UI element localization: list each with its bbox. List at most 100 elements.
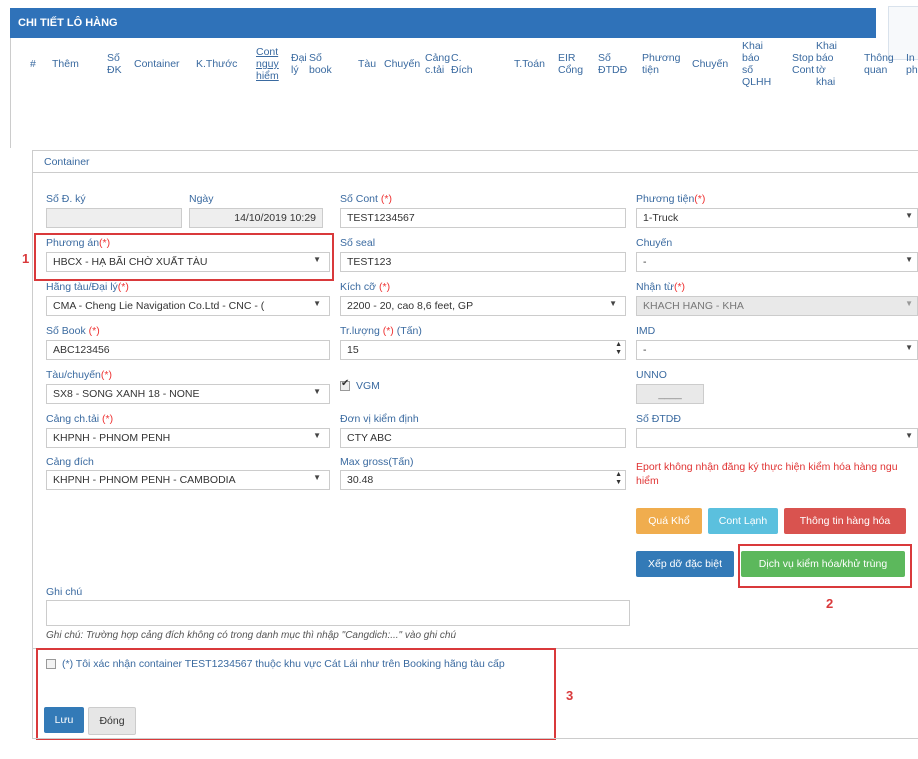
column-header-chuyen2: Chuyến (692, 58, 728, 70)
so-dtdd-select[interactable]: ▼ (636, 428, 918, 448)
annotation-number-3: 3 (566, 688, 574, 703)
column-header-text: C. (451, 52, 462, 64)
eport-warning-cont: hiểm (636, 475, 659, 487)
chevron-down-icon: ▼ (313, 387, 321, 396)
column-header-text: ĐK (107, 64, 122, 76)
fieldset-bottom-border (32, 738, 918, 739)
chuyen-select[interactable]: - ▼ (636, 252, 918, 272)
max-gross-input[interactable]: 30.48 ▲ ▼ (340, 470, 626, 490)
hang-tau-label: Hãng tàu/Đại lý(*) (46, 281, 129, 293)
eport-warning: Eport không nhận đăng ký thực hiện kiểm … (636, 461, 898, 473)
column-header-cont-nguy-hiem: Cont nguy hiểm (256, 46, 279, 82)
spinner-icon[interactable]: ▲ ▼ (615, 471, 622, 487)
annotation-number-1: 1 (22, 251, 30, 266)
column-header-text: Đại (291, 52, 307, 64)
tr-luong-input[interactable]: 15 ▲ ▼ (340, 340, 626, 360)
qua-kho-button[interactable]: Quá Khổ (636, 508, 702, 534)
column-header-text: ph (906, 64, 918, 76)
so-book-input[interactable]: ABC123456 (46, 340, 330, 360)
spinner-icon[interactable]: ▲ ▼ (615, 341, 622, 357)
column-header-text: EIR (558, 52, 576, 64)
column-header-hash: # (30, 58, 36, 70)
don-vi-input[interactable]: CTY ABC (340, 428, 626, 448)
column-header-text: Phương (642, 52, 681, 64)
ghi-chu-textarea[interactable] (46, 600, 630, 626)
chevron-down-icon: ▼ (313, 299, 321, 308)
unno-field[interactable]: ____ (636, 384, 704, 404)
check-icon: ✔ (341, 378, 350, 389)
column-header-text: lý (291, 64, 299, 76)
column-header-text: Khai (816, 40, 838, 52)
column-header-so-book: Số book (309, 52, 332, 76)
fieldset-title: Container (44, 156, 90, 168)
fieldset-left-border (32, 150, 33, 738)
chevron-down-icon: ▼ (905, 343, 913, 352)
annotation-box-1 (34, 233, 334, 281)
column-header-text: Thêm (52, 58, 79, 70)
kich-co-label: Kích cỡ (*) (340, 281, 391, 293)
cang-ctai-label: Cảng ch.tải (*) (46, 413, 114, 425)
xep-do-dac-biet-button[interactable]: Xếp dỡ đặc biệt (636, 551, 734, 577)
column-header-text: Số (107, 52, 120, 64)
ngay-field[interactable]: 14/10/2019 10:29 (189, 208, 323, 228)
cont-lanh-button[interactable]: Cont Lạnh (708, 508, 778, 534)
phuong-tien-select[interactable]: 1-Truck ▼ (636, 208, 918, 228)
cang-dich-label: Cảng đích (46, 456, 94, 468)
so-seal-label: Số seal (340, 237, 376, 249)
column-header-khai-bao-to-khai: Khai báo tờ khai (816, 40, 837, 88)
chevron-down-icon: ▼ (905, 299, 913, 308)
column-header-text: tờ (816, 64, 826, 76)
column-header-eir-cong: EIR Cổng (558, 52, 583, 76)
column-header-text: book (309, 64, 332, 76)
column-header-text: QLHH (742, 76, 772, 88)
don-vi-label: Đơn vị kiểm định (340, 413, 419, 425)
column-header-cang-ctai: Cảng c.tải (425, 52, 450, 76)
column-header-chuyen: Chuyến (384, 58, 420, 70)
so-cont-input[interactable]: TEST1234567 (340, 208, 626, 228)
tau-chuyen-select[interactable]: SX8 - SONG XANH 18 - NONE ▼ (46, 384, 330, 404)
column-header-them: Thêm (52, 58, 79, 70)
so-seal-input[interactable]: TEST123 (340, 252, 626, 272)
ghi-chu-label: Ghi chú (46, 586, 83, 598)
so-cont-label: Số Cont (*) (340, 193, 392, 205)
hang-tau-select[interactable]: CMA - Cheng Lie Navigation Co.Ltd - CNC … (46, 296, 330, 316)
chevron-down-icon: ▼ (905, 431, 913, 440)
chevron-down-icon: ▼ (905, 255, 913, 264)
imd-select[interactable]: - ▼ (636, 340, 918, 360)
column-header-text: khai (816, 76, 836, 88)
cang-ctai-select[interactable]: KHPNH - PHNOM PENH ▼ (46, 428, 330, 448)
column-header-text: nguy (256, 58, 279, 70)
column-header-text: c.tải (425, 64, 445, 76)
page-title: CHI TIẾT LÔ HÀNG (10, 8, 876, 38)
thong-tin-hang-hoa-button[interactable]: Thông tin hàng hóa (784, 508, 906, 534)
column-header-text: Khai (742, 40, 764, 52)
tau-chuyen-label: Tàu/chuyến(*) (46, 369, 112, 381)
column-header-tau: Tàu (358, 58, 376, 70)
column-header-in-ph: In ph (906, 52, 918, 76)
fieldset-divider (32, 172, 918, 173)
vgm-checkbox[interactable]: ✔ (340, 378, 350, 391)
column-header-so-dk: Số ĐK (107, 52, 122, 76)
vgm-label: VGM (356, 380, 380, 392)
chevron-down-icon: ▼ (905, 211, 913, 220)
nhan-tu-select[interactable]: KHACH HANG - KHA ▼ (636, 296, 918, 316)
kich-co-select[interactable]: 2200 - 20, cao 8,6 feet, GP ▼ (340, 296, 626, 316)
column-header-so-dtdd: Số ĐTDĐ (598, 52, 627, 76)
chevron-down-icon: ▼ (609, 299, 617, 308)
column-header-c-dich: C. Đích (451, 52, 473, 76)
column-header-ttoan: T.Toán (514, 58, 545, 70)
so-dky-field[interactable] (46, 208, 182, 228)
ngay-label: Ngày (189, 193, 214, 205)
column-header-kthuoc: K.Thước (196, 58, 237, 70)
column-header-text: báo (816, 52, 834, 64)
column-header-text: Cont (256, 46, 279, 58)
column-header-text: Chuyến (692, 58, 729, 70)
column-header-dai-ly: Đại lý (291, 52, 307, 76)
column-header-container: Container (134, 58, 180, 70)
chevron-down-icon: ▼ (313, 431, 321, 440)
annotation-box-3 (36, 648, 556, 740)
imd-label: IMD (636, 325, 656, 337)
column-header-text: ĐTDĐ (598, 64, 628, 76)
cang-dich-select[interactable]: KHPNH - PHNOM PENH - CAMBODIA ▼ (46, 470, 330, 490)
column-header-text: Container (134, 58, 180, 70)
